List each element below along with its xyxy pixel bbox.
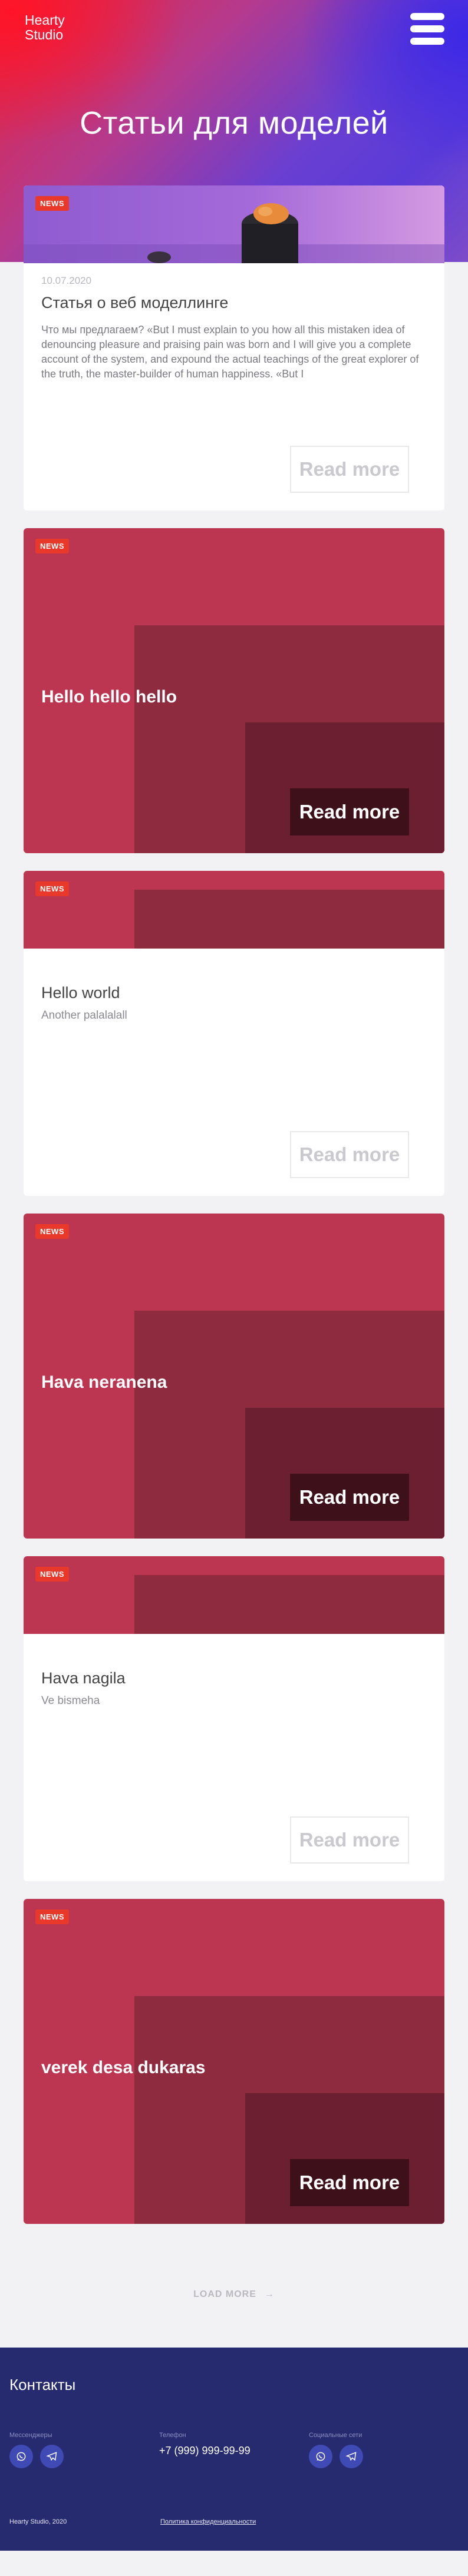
- article-title[interactable]: verek desa dukaras: [41, 2058, 206, 2078]
- article-excerpt: Что мы предлагаем? «But I must explain t…: [41, 324, 419, 380]
- social-column: Социальные сети: [309, 2432, 459, 2468]
- footer-title: Контакты: [9, 2376, 76, 2393]
- article-image: [24, 185, 444, 263]
- whatsapp-icon[interactable]: [309, 2445, 332, 2468]
- news-badge: NEWS: [35, 539, 69, 553]
- read-more-button[interactable]: Read more: [290, 1816, 409, 1864]
- logo-line-1: Hearty: [25, 12, 65, 28]
- read-more-button[interactable]: Read more: [290, 2159, 409, 2206]
- phone-column: Телефон +7 (999) 999-99-99: [159, 2432, 309, 2468]
- messengers-label: Мессенджеры: [9, 2432, 52, 2439]
- article-card[interactable]: NEWS Hello world Another palalalall Read…: [24, 871, 444, 1196]
- copyright: Hearty Studio, 2020: [9, 2518, 67, 2525]
- article-date: 10.07.2020: [41, 275, 92, 286]
- article-title[interactable]: Статья о веб моделлинге: [41, 294, 427, 312]
- footer: Контакты Мессенджеры Телефон +7 (999) 99…: [0, 2348, 468, 2551]
- article-card[interactable]: NEWS 10.07.2020 Статья о веб моделлинге …: [24, 185, 444, 510]
- privacy-policy-link[interactable]: Политика конфиденциальности: [160, 2518, 256, 2525]
- article-subtitle: Ve bismeha: [41, 1695, 100, 1707]
- phone-label: Телефон: [159, 2432, 186, 2439]
- social-label: Социальные сети: [309, 2432, 362, 2439]
- article-card[interactable]: NEWS Hello hello hello Read more: [24, 528, 444, 853]
- read-more-button[interactable]: Read more: [290, 1474, 409, 1521]
- article-image: [24, 1556, 444, 1634]
- article-subtitle: Another palalalall: [41, 1009, 127, 1022]
- news-badge: NEWS: [35, 1224, 69, 1239]
- article-title[interactable]: Hello world: [41, 984, 427, 1002]
- read-more-button[interactable]: Read more: [290, 446, 409, 493]
- article-card[interactable]: NEWS Hava neranena Read more: [24, 1214, 444, 1539]
- article-card[interactable]: NEWS verek desa dukaras Read more: [24, 1899, 444, 2224]
- whatsapp-icon[interactable]: [9, 2445, 33, 2468]
- load-more-label: LOAD MORE: [193, 2289, 256, 2299]
- news-badge: NEWS: [35, 196, 69, 211]
- article-card[interactable]: NEWS Hava nagila Ve bismeha Read more: [24, 1556, 444, 1881]
- read-more-button[interactable]: Read more: [290, 1131, 409, 1178]
- news-badge: NEWS: [35, 1909, 69, 1924]
- article-image: [24, 871, 444, 949]
- menu-icon[interactable]: [410, 13, 444, 45]
- load-more-button[interactable]: LOAD MORE →: [24, 2242, 444, 2348]
- logo[interactable]: Hearty Studio: [25, 13, 65, 42]
- article-title[interactable]: Hava nagila: [41, 1669, 427, 1688]
- news-badge: NEWS: [35, 881, 69, 896]
- news-badge: NEWS: [35, 1567, 69, 1582]
- read-more-button[interactable]: Read more: [290, 788, 409, 836]
- page-title: Статьи для моделей: [80, 105, 388, 141]
- article-title[interactable]: Hava neranena: [41, 1372, 167, 1393]
- phone-link[interactable]: +7 (999) 999-99-99: [159, 2445, 309, 2457]
- messengers-column: Мессенджеры: [9, 2432, 159, 2468]
- articles-list: NEWS 10.07.2020 Статья о веб моделлинге …: [0, 185, 468, 2348]
- arrow-right-icon: →: [264, 2289, 275, 2299]
- logo-line-2: Studio: [25, 27, 64, 42]
- telegram-icon[interactable]: [40, 2445, 64, 2468]
- telegram-icon[interactable]: [340, 2445, 363, 2468]
- article-title[interactable]: Hello hello hello: [41, 687, 177, 707]
